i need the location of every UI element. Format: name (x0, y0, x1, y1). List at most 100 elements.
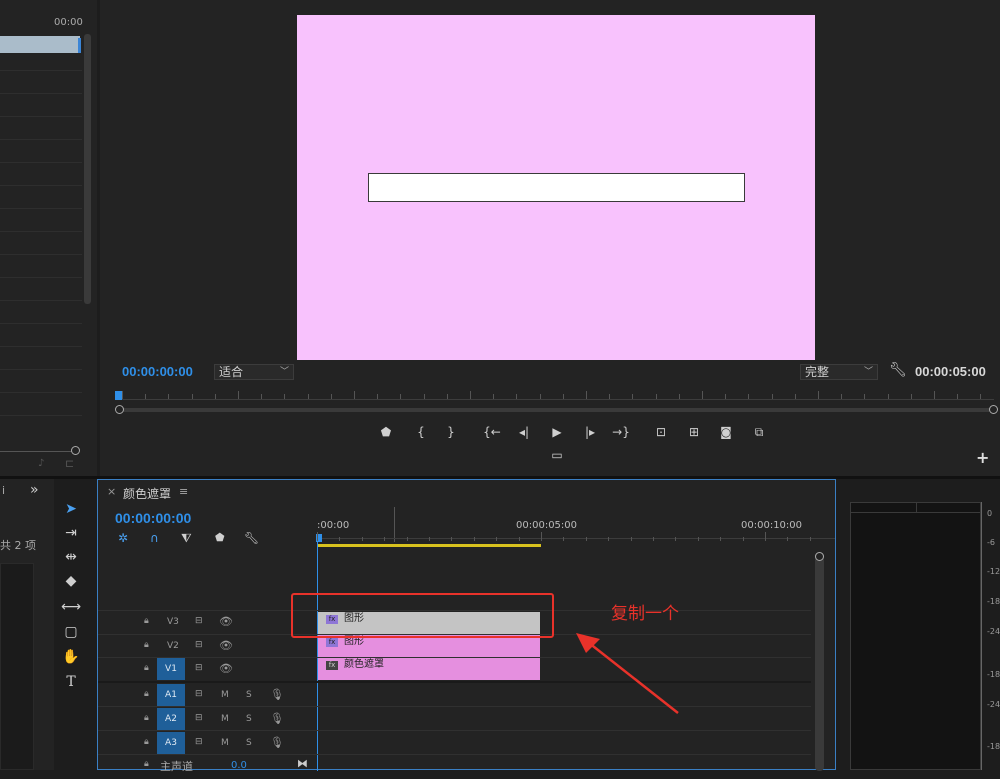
sync-lock-icon[interactable]: ⊟ (195, 689, 203, 699)
timeline-ruler-tick (608, 537, 610, 541)
overflow-menu-icon[interactable]: » (30, 482, 39, 498)
tab-menu-icon[interactable]: ≡ (179, 485, 188, 498)
eye-icon[interactable]: 👁︎ (219, 615, 233, 628)
snap-magnet-icon[interactable]: ∩ (150, 531, 159, 545)
new-item-icon[interactable]: ⊏ (65, 457, 74, 470)
lock-icon[interactable]: 🔒︎ (144, 616, 149, 626)
mute-button[interactable]: M (221, 714, 229, 724)
comparison-view-icon[interactable]: ⧉ (750, 424, 768, 440)
graphic-text-box[interactable] (368, 173, 745, 202)
slip-tool-icon[interactable]: ⟷ (58, 596, 84, 618)
panel-tab-fragment[interactable]: i (2, 484, 5, 497)
sync-lock-icon[interactable]: ⊟ (195, 616, 203, 626)
timeline-timecode[interactable]: 00:00:00:00 (115, 510, 191, 526)
go-to-in-icon[interactable]: {← (483, 424, 501, 440)
lock-icon[interactable]: 🔒︎ (144, 759, 149, 769)
extract-icon[interactable]: ⊞ (685, 424, 703, 440)
type-tool-icon[interactable]: T (58, 671, 84, 693)
sync-lock-icon[interactable]: ⊟ (195, 713, 203, 723)
timeline-ruler-tick (361, 537, 363, 541)
mute-button[interactable]: M (221, 738, 229, 748)
lock-icon[interactable]: 🔒︎ (144, 737, 149, 747)
lock-icon[interactable]: 🔒︎ (144, 640, 149, 650)
clip-v2-graphic[interactable]: fx 图形 (318, 635, 540, 657)
zoom-bar-left-handle[interactable] (115, 405, 124, 414)
zoom-dropdown[interactable]: 适合 ﹀ (214, 364, 294, 380)
eye-icon[interactable]: 👁︎ (219, 639, 233, 652)
solo-button[interactable]: S (246, 690, 252, 700)
tools-panel: ➤ ⇥ ⇹ ◆ ⟷ ▢ ✋ T (56, 480, 88, 770)
quality-dropdown[interactable]: 完整 ﹀ (800, 364, 878, 380)
sync-lock-icon[interactable]: ⊟ (195, 663, 203, 673)
selection-tool-icon[interactable]: ➤ (58, 498, 84, 520)
list-view-icon[interactable]: ♪ (38, 458, 44, 469)
media-browser-panel: i » 共 2 项 (0, 479, 54, 770)
monitor-playhead[interactable] (115, 391, 122, 400)
microphone-icon[interactable]: 🎙︎ (270, 712, 284, 725)
track-a3-target[interactable]: A3 (157, 732, 185, 754)
clip-v1-color-matte[interactable]: fx 颜色遮罩 (318, 658, 540, 680)
video-preview[interactable] (297, 15, 815, 360)
go-to-end-icon[interactable]: ⧓ (297, 757, 308, 770)
track-a1-target[interactable]: A1 (157, 684, 185, 706)
mark-out-icon[interactable]: } (442, 424, 460, 440)
monitor-current-timecode[interactable]: 00:00:00:00 (122, 364, 193, 379)
project-zoom-slider[interactable] (0, 451, 72, 452)
monitor-zoom-bar[interactable] (116, 408, 994, 412)
track-v1-target[interactable]: V1 (157, 658, 185, 680)
microphone-icon[interactable]: 🎙︎ (270, 736, 284, 749)
ruler-tick (910, 394, 912, 399)
work-area-bar[interactable] (317, 544, 541, 547)
monitor-time-ruler[interactable] (116, 399, 994, 400)
solo-button[interactable]: S (246, 738, 252, 748)
add-button-icon[interactable]: + (976, 448, 989, 467)
sync-lock-icon[interactable]: ⊟ (195, 737, 203, 747)
lock-icon[interactable]: 🔒︎ (144, 713, 149, 723)
solo-button[interactable]: S (246, 714, 252, 724)
lock-icon[interactable]: 🔒︎ (144, 689, 149, 699)
timeline-ruler-tick (317, 532, 318, 541)
step-forward-icon[interactable]: |▸ (581, 424, 599, 440)
zoom-bar-right-handle[interactable] (989, 405, 998, 414)
close-tab-icon[interactable]: × (107, 485, 116, 498)
linked-selection-icon[interactable]: ⧨ (181, 531, 192, 546)
step-back-icon[interactable]: ◂| (515, 424, 533, 440)
timeline-settings-wrench-icon[interactable]: 🔧︎ (244, 531, 259, 545)
timeline-ruler[interactable] (317, 538, 835, 539)
play-icon[interactable]: ▶ (548, 424, 566, 440)
wrench-icon[interactable]: 🔧︎ (889, 362, 907, 378)
mark-in-icon[interactable]: { (412, 424, 430, 440)
razor-tool-icon[interactable]: ◆ (58, 570, 84, 592)
audio-meter-panel: 0 -6 -12 -18 -24 -18 -24 -18 (840, 479, 1000, 770)
track-select-tool-icon[interactable]: ⇥ (58, 522, 84, 544)
ripple-edit-tool-icon[interactable]: ⇹ (58, 546, 84, 568)
master-volume-value[interactable]: 0.0 (231, 760, 247, 771)
sync-lock-icon[interactable]: ⊟ (195, 640, 203, 650)
ruler-label-0: :00:00 (317, 520, 350, 531)
nest-icon[interactable]: ✲ (118, 531, 128, 545)
project-scrollbar[interactable] (84, 34, 91, 304)
go-to-out-icon[interactable]: →} (612, 424, 630, 440)
camera-icon[interactable]: ◙ (717, 424, 735, 440)
track-v3-label[interactable]: V3 (167, 617, 179, 627)
safe-margins-icon[interactable]: ▭ (548, 447, 566, 463)
ruler-tick (354, 391, 355, 399)
track-v2-label[interactable]: V2 (167, 641, 179, 651)
ruler-tick (330, 394, 332, 399)
pen-rectangle-tool-icon[interactable]: ▢ (58, 621, 84, 643)
mute-button[interactable]: M (221, 690, 229, 700)
track-a2-target[interactable]: A2 (157, 708, 185, 730)
lock-icon[interactable]: 🔒︎ (144, 663, 149, 673)
add-marker-icon[interactable]: ⬟ (377, 424, 395, 440)
zoom-slider-handle[interactable] (71, 446, 80, 455)
timeline-ruler-tick (809, 537, 811, 541)
sequence-tab[interactable]: 颜色遮罩 (123, 485, 171, 502)
timeline-panel: × 颜色遮罩 ≡ 00:00:00:00 ✲ ∩ ⧨ ⬟ 🔧︎ :00:00 0… (97, 479, 836, 773)
project-selected-row[interactable] (0, 36, 80, 53)
add-marker-icon[interactable]: ⬟ (215, 531, 225, 544)
hand-tool-icon[interactable]: ✋ (58, 646, 84, 668)
scrollbar-handle[interactable] (815, 552, 824, 561)
microphone-icon[interactable]: 🎙︎ (270, 688, 284, 701)
lift-icon[interactable]: ⊡ (652, 424, 670, 440)
eye-icon[interactable]: 👁︎ (219, 662, 233, 675)
